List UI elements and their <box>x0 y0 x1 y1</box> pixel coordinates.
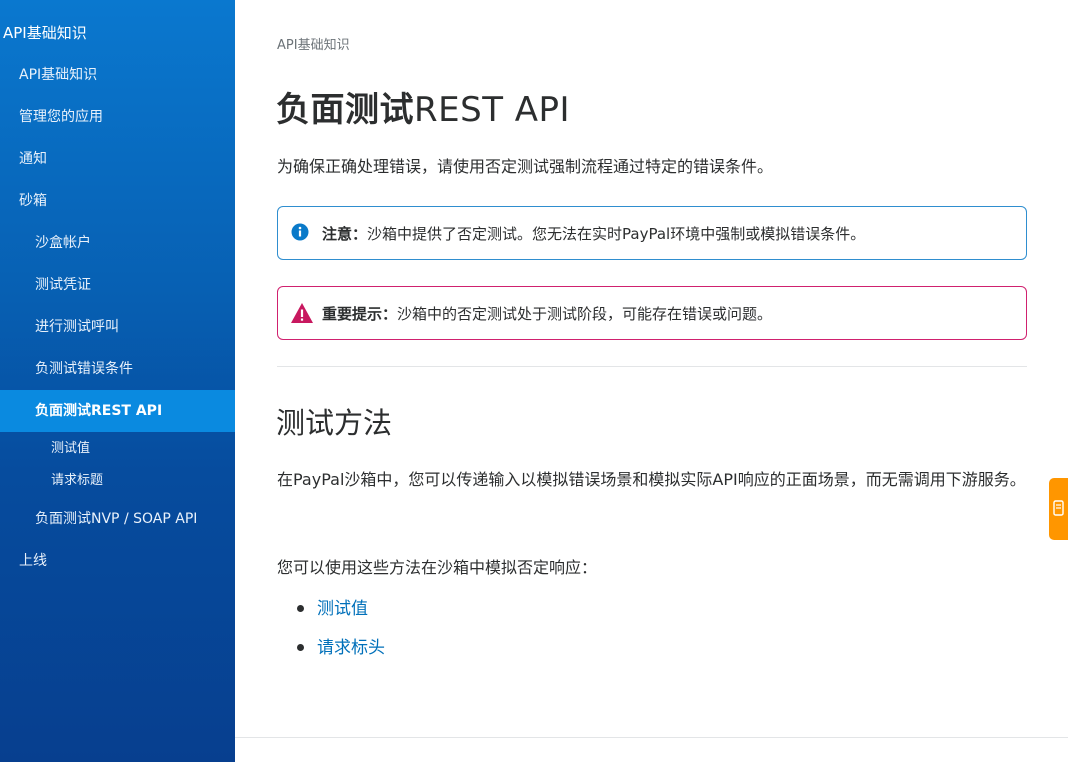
page-title: 负面测试REST API <box>276 82 570 131</box>
main-content: API基础知识 负面测试REST API 为确保正确处理错误，请使用否定测试强制… <box>235 0 1068 762</box>
sidebar-item-test-credentials[interactable]: 测试凭证 <box>0 264 235 306</box>
list-item: 请求标头 <box>277 631 385 670</box>
test-values-link[interactable]: 测试值 <box>317 599 368 619</box>
sidebar-item-negative-testing-conditions[interactable]: 负测试错误条件 <box>0 348 235 390</box>
sidebar-item-request-headers[interactable]: 请求标题 <box>0 465 235 497</box>
footer-divider <box>235 737 1068 738</box>
sidebar-title[interactable]: API基础知识 <box>3 22 87 43</box>
important-label: 重要提示： <box>322 305 398 323</box>
info-icon <box>290 222 312 244</box>
sidebar-item-make-test-calls[interactable]: 进行测试呼叫 <box>0 306 235 348</box>
bullet-icon <box>297 605 304 612</box>
note-body: 沙箱中提供了否定测试。您无法在实时PayPal环境中强制或模拟错误条件。 <box>367 225 866 243</box>
sidebar-item-negative-testing-rest-api[interactable]: 负面测试REST API <box>0 390 235 432</box>
request-headers-link[interactable]: 请求标头 <box>317 638 385 658</box>
note-text: 注意：沙箱中提供了否定测试。您无法在实时PayPal环境中强制或模拟错误条件。 <box>322 223 865 244</box>
note-label: 注意： <box>322 225 368 243</box>
important-body: 沙箱中的否定测试处于测试阶段，可能存在错误或问题。 <box>397 305 773 323</box>
important-alert: 重要提示：沙箱中的否定测试处于测试阶段，可能存在错误或问题。 <box>277 286 1027 340</box>
sidebar-item-go-live[interactable]: 上线 <box>0 540 235 582</box>
section-title: 测试方法 <box>276 406 393 440</box>
paragraph-testing-methods: 在PayPal沙箱中，您可以传递输入以模拟错误场景和模拟实际API响应的正面场景… <box>277 470 1026 489</box>
page-title-bold: 负面测试 <box>276 90 414 130</box>
sidebar-item-sandbox[interactable]: 砂箱 <box>0 180 235 222</box>
divider <box>277 366 1027 367</box>
sidebar-item-manage-apps[interactable]: 管理您的应用 <box>0 96 235 138</box>
sidebar-item-api-basics[interactable]: API基础知识 <box>0 54 235 96</box>
note-alert: 注意：沙箱中提供了否定测试。您无法在实时PayPal环境中强制或模拟错误条件。 <box>277 206 1027 260</box>
important-text: 重要提示：沙箱中的否定测试处于测试阶段，可能存在错误或问题。 <box>322 303 772 324</box>
methods-list: 测试值 请求标头 <box>277 592 385 670</box>
sidebar-item-test-values[interactable]: 测试值 <box>0 433 235 465</box>
page-title-rest: REST API <box>414 90 571 130</box>
paragraph-methods-intro: 您可以使用这些方法在沙箱中模拟否定响应： <box>277 558 598 577</box>
sidebar-item-negative-testing-nvp-soap[interactable]: 负面测试NVP / SOAP API <box>0 498 235 540</box>
bullet-icon <box>297 644 304 651</box>
sidebar-item-notifications[interactable]: 通知 <box>0 138 235 180</box>
feedback-tab[interactable] <box>1049 478 1068 540</box>
warning-icon <box>290 302 313 324</box>
list-item: 测试值 <box>277 592 385 631</box>
sidebar: API基础知识 API基础知识 管理您的应用 通知 砂箱 沙盒帐户 测试凭证 进… <box>0 0 235 762</box>
breadcrumb[interactable]: API基础知识 <box>277 34 350 53</box>
intro-text: 为确保正确处理错误，请使用否定测试强制流程通过特定的错误条件。 <box>277 157 774 176</box>
sidebar-item-sandbox-accounts[interactable]: 沙盒帐户 <box>0 222 235 264</box>
feedback-icon <box>1053 500 1064 516</box>
